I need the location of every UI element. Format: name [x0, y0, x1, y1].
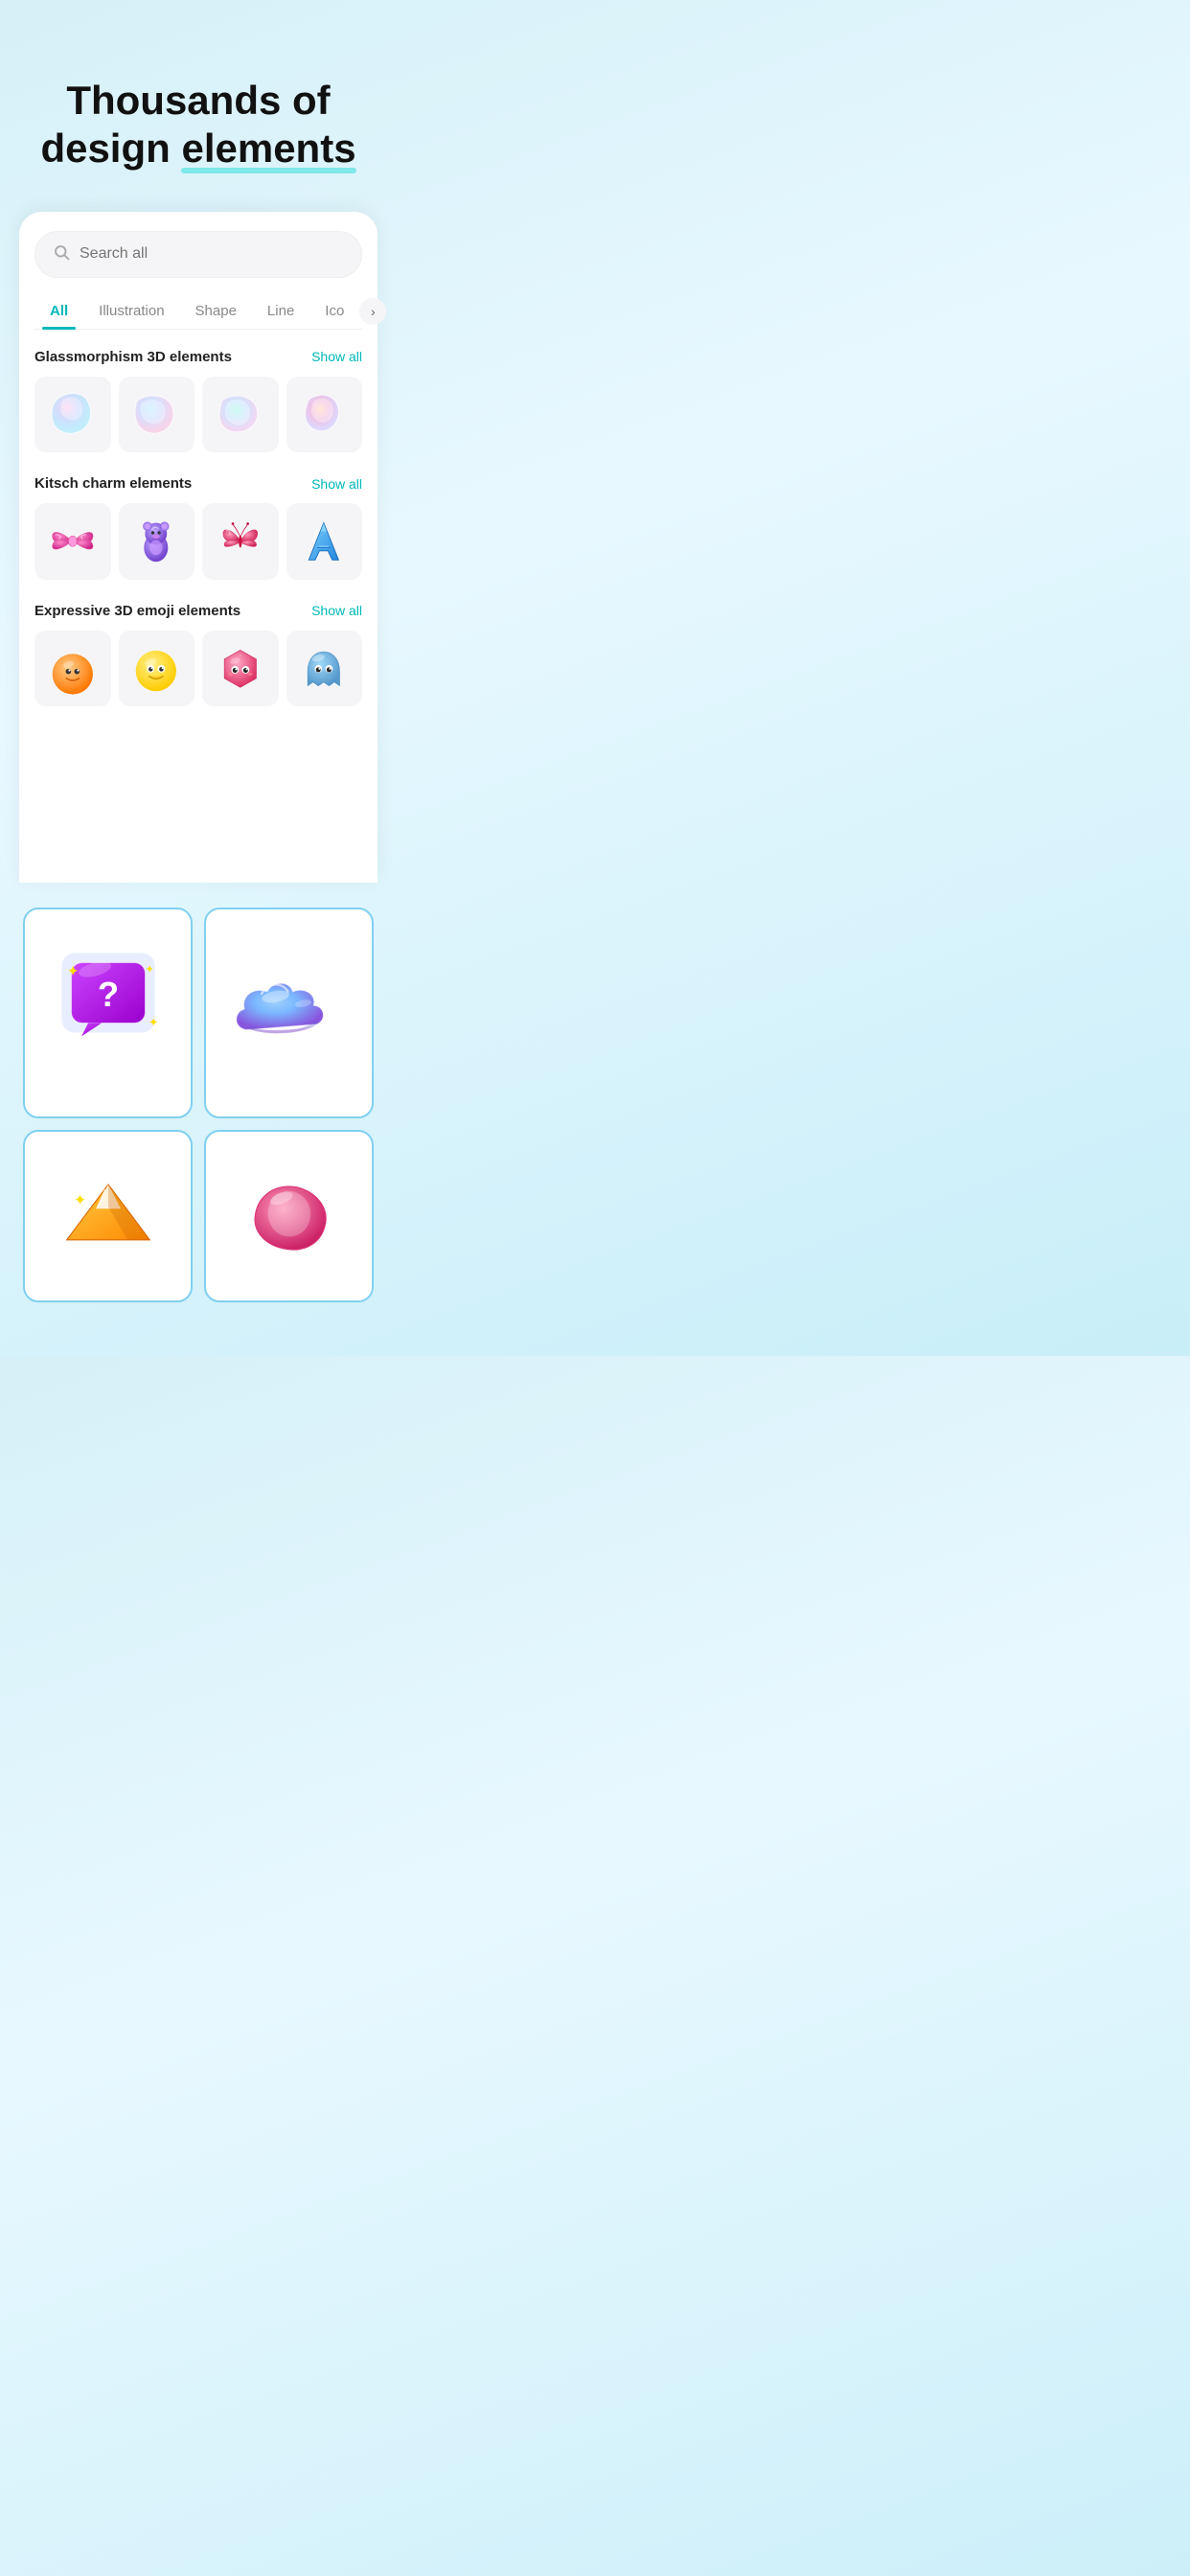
svg-text:✦: ✦ — [145, 964, 153, 976]
tabs-more-button[interactable]: › — [359, 298, 386, 325]
hero-title: Thousands of design elements — [38, 77, 358, 173]
featured-mountain-card[interactable]: ✦ — [23, 1130, 193, 1302]
page-wrapper: Thousands of design elements All Illustr… — [0, 0, 397, 1356]
glassmorphism-section: Glassmorphism 3D elements Show all — [34, 349, 362, 453]
featured-cards: ? ✦ ✦ ✦ — [0, 892, 397, 1318]
kitsch-section: Kitsch charm elements Show all — [34, 475, 362, 580]
kitsch-grid — [34, 503, 362, 580]
emoji3d-title: Expressive 3D emoji elements — [34, 603, 240, 619]
emoji3d-header: Expressive 3D emoji elements Show all — [34, 603, 362, 619]
question-bubble-illustration: ? ✦ ✦ ✦ — [40, 925, 175, 1101]
abstract-illustration — [221, 1147, 356, 1285]
featured-cloud-card[interactable] — [204, 908, 374, 1118]
tab-icon[interactable]: Ico — [309, 295, 359, 329]
kitsch-header: Kitsch charm elements Show all — [34, 475, 362, 492]
svg-text:✦: ✦ — [149, 1016, 159, 1029]
svg-text:✦: ✦ — [73, 1193, 85, 1209]
tabs-bar: All Illustration Shape Line Ico › — [34, 295, 362, 330]
glassmorphism-show-all[interactable]: Show all — [311, 349, 362, 364]
kitsch-bear[interactable] — [119, 503, 195, 580]
search-bar[interactable] — [34, 231, 362, 278]
svg-text:✦: ✦ — [66, 963, 79, 979]
emoji-yellow[interactable] — [119, 631, 195, 707]
cloud-illustration — [221, 925, 356, 1101]
tab-illustration[interactable]: Illustration — [83, 295, 179, 329]
glass-item-2[interactable] — [119, 377, 195, 453]
glass-item-3[interactable] — [202, 377, 279, 453]
glass-item-1[interactable] — [34, 377, 111, 453]
featured-question-card[interactable]: ? ✦ ✦ ✦ — [23, 908, 193, 1118]
kitsch-title: Kitsch charm elements — [34, 475, 192, 492]
glassmorphism-title: Glassmorphism 3D elements — [34, 349, 232, 365]
emoji3d-section: Expressive 3D emoji elements Show all — [34, 603, 362, 707]
svg-text:?: ? — [97, 975, 118, 1014]
hero-highlight: elements — [181, 125, 355, 172]
emoji3d-show-all[interactable]: Show all — [311, 603, 362, 618]
tab-line[interactable]: Line — [252, 295, 309, 329]
tab-all[interactable]: All — [34, 295, 83, 329]
glass-item-4[interactable] — [286, 377, 363, 453]
tab-shape[interactable]: Shape — [180, 295, 252, 329]
featured-abstract-card[interactable] — [204, 1130, 374, 1302]
emoji-orange[interactable] — [34, 631, 111, 707]
emoji3d-grid — [34, 631, 362, 707]
kitsch-show-all[interactable]: Show all — [311, 476, 362, 492]
emoji-blue-ghost[interactable] — [286, 631, 363, 707]
hero-section: Thousands of design elements — [0, 58, 397, 202]
kitsch-butterfly[interactable] — [202, 503, 279, 580]
emoji-pink-hex[interactable] — [202, 631, 279, 707]
glassmorphism-header: Glassmorphism 3D elements Show all — [34, 349, 362, 365]
search-icon — [53, 243, 70, 265]
search-input[interactable] — [80, 245, 344, 263]
glassmorphism-grid — [34, 377, 362, 453]
main-card: All Illustration Shape Line Ico › Glassm… — [19, 212, 378, 883]
kitsch-bow[interactable] — [34, 503, 111, 580]
mountain-illustration: ✦ — [40, 1147, 175, 1285]
kitsch-letter-a[interactable] — [286, 503, 363, 580]
